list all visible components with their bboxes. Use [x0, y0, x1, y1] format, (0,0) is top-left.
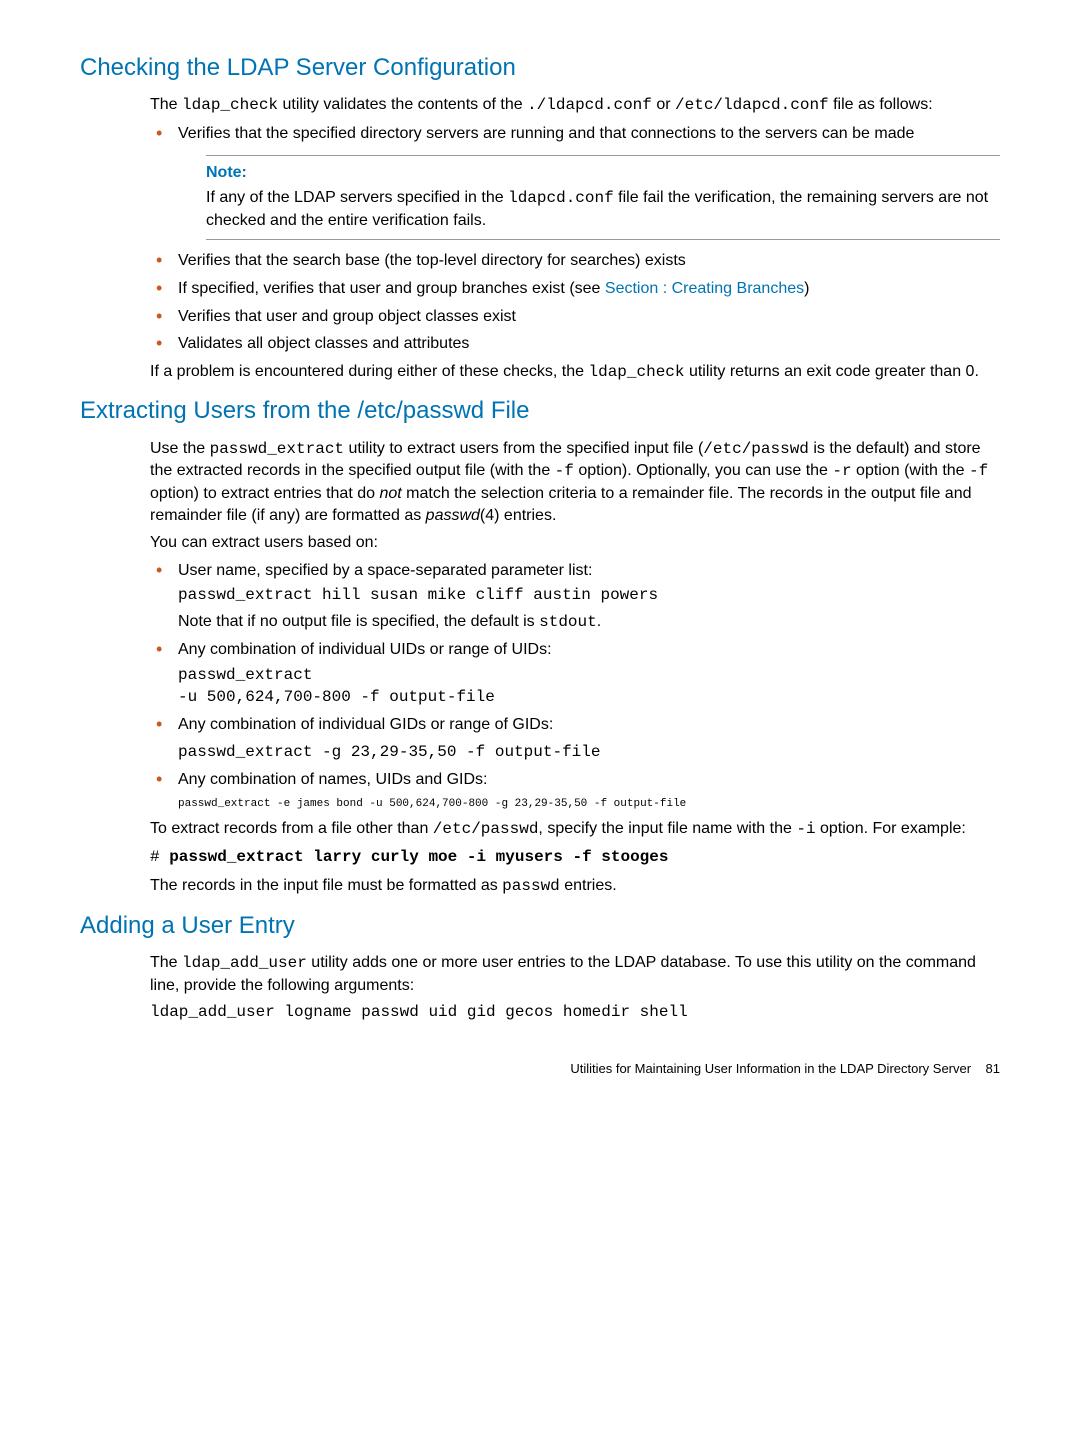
- italic-passwd: passwd: [426, 507, 480, 524]
- section2-bullets: User name, specified by a space-separate…: [150, 560, 1000, 736]
- code-stdout: stdout: [539, 613, 597, 631]
- code-syntax: ldap_add_user logname passwd uid gid gec…: [150, 1002, 1000, 1024]
- code-ldap-check: ldap_check: [588, 363, 684, 381]
- text: option. For example:: [816, 820, 966, 837]
- code-example: passwd_extract -u 500,624,700-800 -f out…: [178, 665, 1000, 708]
- text: file as follows:: [829, 96, 933, 113]
- list-item: Verifies that the specified directory se…: [150, 123, 1000, 240]
- list-item: If specified, verifies that user and gro…: [150, 278, 1000, 300]
- text: To extract records from a file other tha…: [150, 820, 433, 837]
- bullet-text: Verifies that user and group object clas…: [178, 308, 516, 325]
- list-item: Verifies that user and group object clas…: [150, 306, 1000, 328]
- code-example: passwd_extract -g 23,29-35,50 -f output-…: [178, 742, 1000, 764]
- text: entries.: [560, 877, 617, 894]
- text: If a problem is encountered during eithe…: [150, 363, 588, 380]
- list-item: Validates all object classes and attribu…: [150, 333, 1000, 355]
- text: , specify the input file name with the: [538, 820, 796, 837]
- text: utility validates the contents of the: [278, 96, 527, 113]
- section-heading-adding-user: Adding a User Entry: [80, 910, 1000, 942]
- command-example: # passwd_extract larry curly moe -i myus…: [150, 846, 1000, 869]
- bullet-text: Any combination of names, UIDs and GIDs:: [178, 769, 1000, 791]
- section1-intro: The ldap_check utility validates the con…: [150, 94, 1000, 117]
- code-path: /etc/ldapcd.conf: [675, 96, 829, 114]
- prompt-hash: #: [150, 848, 169, 866]
- bullet-text: Validates all object classes and attribu…: [178, 335, 469, 352]
- code-passwd-extract: passwd_extract: [210, 440, 344, 458]
- code-ldap-add-user: ldap_add_user: [182, 954, 307, 972]
- text: or: [652, 96, 675, 113]
- bullet-text: Any combination of individual UIDs or ra…: [178, 639, 1000, 661]
- bullet-text: Any combination of individual GIDs or ra…: [178, 714, 1000, 736]
- footer-text: Utilities for Maintaining User Informati…: [570, 1061, 971, 1076]
- text: The: [150, 96, 182, 113]
- bullet-note: Note that if no output file is specified…: [178, 611, 1000, 634]
- code-passwd: passwd: [502, 877, 560, 895]
- bullet-text: User name, specified by a space-separate…: [178, 560, 1000, 582]
- list-item: Verifies that the search base (the top-l…: [150, 250, 1000, 272]
- section2-bullets-cont: Any combination of names, UIDs and GIDs:: [150, 769, 1000, 791]
- text: If specified, verifies that user and gro…: [178, 280, 605, 297]
- text: option). Optionally, you can use the: [574, 462, 833, 479]
- code-path: ldapcd.conf: [508, 189, 614, 207]
- list-item: Any combination of individual UIDs or ra…: [150, 639, 1000, 708]
- section2-p1: Use the passwd_extract utility to extrac…: [150, 438, 1000, 526]
- section-heading-extracting-users: Extracting Users from the /etc/passwd Fi…: [80, 395, 1000, 427]
- section2-p4: The records in the input file must be fo…: [150, 875, 1000, 898]
- section1-body: The ldap_check utility validates the con…: [150, 94, 1000, 383]
- text: option (with the: [852, 462, 969, 479]
- text: Note that if no output file is specified…: [178, 613, 539, 630]
- page-footer: Utilities for Maintaining User Informati…: [80, 1060, 1000, 1078]
- bullet-text: Verifies that the specified directory se…: [178, 125, 914, 142]
- bullet-text: Verifies that the search base (the top-l…: [178, 252, 686, 269]
- note-box: Note: If any of the LDAP servers specifi…: [206, 155, 1000, 241]
- text: Use the: [150, 440, 210, 457]
- list-item: User name, specified by a space-separate…: [150, 560, 1000, 634]
- italic-not: not: [379, 485, 401, 502]
- list-item: Any combination of individual GIDs or ra…: [150, 714, 1000, 736]
- code-option: -r: [832, 462, 851, 480]
- code-path: ./ldapcd.conf: [527, 96, 652, 114]
- command-bold: passwd_extract larry curly moe -i myuser…: [169, 848, 668, 866]
- code-path: /etc/passwd: [703, 440, 809, 458]
- text: The: [150, 954, 182, 971]
- section2-body: Use the passwd_extract utility to extrac…: [150, 438, 1000, 898]
- text: The records in the input file must be fo…: [150, 877, 502, 894]
- page-number: 81: [986, 1061, 1000, 1076]
- section1-bullets-top: Verifies that the specified directory se…: [150, 123, 1000, 355]
- text: utility returns an exit code greater tha…: [685, 363, 979, 380]
- text: ): [804, 280, 809, 297]
- text: option) to extract entries that do: [150, 485, 379, 502]
- code-option: -f: [555, 462, 574, 480]
- text: If any of the LDAP servers specified in …: [206, 189, 508, 206]
- text: .: [597, 613, 601, 630]
- code-option: -f: [969, 462, 988, 480]
- code-example-small: passwd_extract -e james bond -u 500,624,…: [178, 797, 1000, 812]
- section2-p3: To extract records from a file other tha…: [150, 818, 1000, 841]
- section3-p1: The ldap_add_user utility adds one or mo…: [150, 952, 1000, 996]
- section3-body: The ldap_add_user utility adds one or mo…: [150, 952, 1000, 1024]
- code-example: passwd_extract hill susan mike cliff aus…: [178, 585, 1000, 607]
- text: (4) entries.: [480, 507, 556, 524]
- code-ldap-check: ldap_check: [182, 96, 278, 114]
- list-item: Any combination of names, UIDs and GIDs:: [150, 769, 1000, 791]
- note-title: Note:: [206, 162, 1000, 184]
- section-heading-checking-ldap: Checking the LDAP Server Configuration: [80, 52, 1000, 84]
- note-body: If any of the LDAP servers specified in …: [206, 187, 1000, 231]
- section2-p2: You can extract users based on:: [150, 532, 1000, 554]
- text: utility to extract users from the specif…: [344, 440, 703, 457]
- code-option: -i: [796, 820, 815, 838]
- section1-closing: If a problem is encountered during eithe…: [150, 361, 1000, 384]
- link-creating-branches[interactable]: Section : Creating Branches: [605, 280, 804, 297]
- code-path: /etc/passwd: [433, 820, 539, 838]
